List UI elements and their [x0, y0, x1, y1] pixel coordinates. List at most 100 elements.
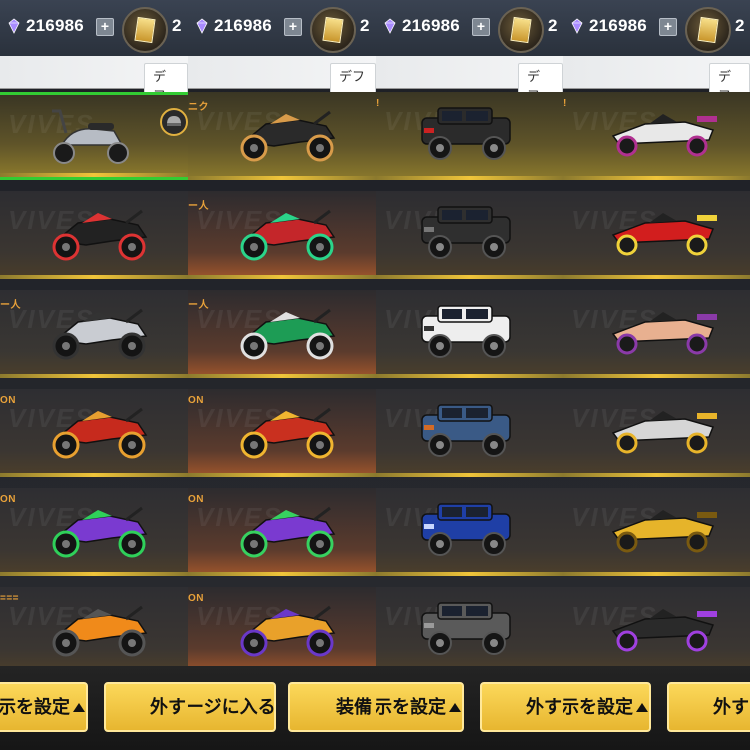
add-gems-button[interactable]: + — [284, 18, 302, 36]
slot-divider — [563, 572, 750, 576]
slot-divider — [376, 374, 563, 378]
red-f1-vehicle-icon — [605, 201, 721, 266]
left-action-button[interactable]: 示を設定 — [0, 682, 88, 732]
slot-divider — [376, 176, 563, 180]
gold-ticket-icon — [685, 7, 731, 53]
diamond-gem-icon — [8, 18, 20, 34]
vehicle-slot[interactable]: VIVES ON — [0, 488, 188, 576]
vehicle-slot[interactable]: VIVES ー人 — [188, 290, 376, 378]
vehicle-slot[interactable]: VIVES — [563, 488, 750, 576]
slot-divider — [0, 374, 188, 378]
rarity-tag: ON — [188, 395, 204, 406]
action-bar: ージに入る 装備 — [188, 666, 376, 750]
filter-tab-bar: デフォ — [376, 56, 563, 127]
slot-divider — [0, 173, 188, 177]
gold-ticket-icon — [122, 7, 168, 53]
add-gems-button[interactable]: + — [472, 18, 490, 36]
vehicle-slot[interactable]: VIVES ー人 — [0, 290, 188, 378]
rarity-tag: ! — [376, 98, 380, 109]
vehicle-slot[interactable]: VIVES — [563, 389, 750, 477]
vehicle-slot[interactable]: VIVES ! — [563, 92, 750, 180]
vehicle-slot[interactable]: VIVES ー人 — [188, 191, 376, 279]
vehicle-slot[interactable]: VIVES — [563, 587, 750, 675]
vehicle-slot[interactable]: VIVES — [376, 488, 563, 576]
left-action-button[interactable]: 示を設定 — [376, 682, 464, 732]
vehicle-slot[interactable]: VIVES — [563, 290, 750, 378]
red-bike-vehicle-icon — [42, 399, 154, 468]
red-cyber-bike-vehicle-icon — [230, 399, 342, 468]
right-action-label: 外す — [526, 697, 562, 717]
vehicle-slot[interactable]: VIVES — [376, 290, 563, 378]
slot-divider — [376, 473, 563, 477]
action-bar: 示を設定 外す — [563, 666, 750, 750]
helmet-badge-icon[interactable] — [160, 108, 188, 136]
gem-balance: 216986 — [214, 16, 272, 35]
slot-divider — [563, 275, 750, 279]
vehicle-slot[interactable]: VIVES ! — [376, 92, 563, 180]
teddy-chopper-vehicle-icon — [230, 102, 342, 171]
mini-4wd-gold-vehicle-icon — [605, 498, 721, 563]
garage-panel-3: 216986 + 2 デフォ VIVES ! VIVES — [376, 0, 564, 750]
caret-up-icon — [636, 703, 648, 712]
right-action-label: 外す — [150, 697, 186, 717]
gold-cyber-bike-vehicle-icon — [230, 597, 342, 666]
right-action-button[interactable]: 外す — [667, 682, 750, 732]
gold-ticket-icon — [310, 7, 356, 53]
slot-divider — [188, 572, 376, 576]
gold-ticket-icon — [498, 7, 544, 53]
gem-balance: 216986 — [26, 16, 84, 35]
add-gems-button[interactable]: + — [659, 18, 677, 36]
right-action-button[interactable]: 外す — [480, 682, 563, 732]
left-action-button[interactable]: 示を設定 — [563, 682, 651, 732]
vehicle-slot[interactable]: VIVES — [376, 389, 563, 477]
left-action-label: ージに入る — [188, 697, 276, 717]
scooter-vehicle-icon — [42, 105, 138, 174]
vehicle-slot[interactable]: VIVES === — [0, 587, 188, 675]
slot-divider — [188, 473, 376, 477]
right-action-button[interactable]: 外す — [104, 682, 188, 732]
vehicle-slot[interactable]: VIVES ON — [188, 488, 376, 576]
rarity-tag: ON — [0, 395, 16, 406]
bat-bike-vehicle-icon — [42, 201, 154, 270]
slot-divider — [376, 275, 563, 279]
vehicle-slot[interactable]: VIVES ON — [188, 587, 376, 675]
left-action-label: 示を設定 — [376, 697, 446, 717]
left-action-label: 示を設定 — [563, 697, 633, 717]
second-currency-balance: 2 — [360, 16, 370, 35]
right-action-button[interactable]: 装備 — [288, 682, 376, 732]
vehicle-slot[interactable]: VIVES — [0, 92, 188, 180]
purple-bike-vehicle-icon — [42, 498, 154, 567]
left-action-button[interactable]: ージに入る — [188, 682, 276, 732]
vehicle-slot[interactable]: VIVES ON — [188, 389, 376, 477]
armored-truck-vehicle-icon — [412, 201, 522, 270]
vehicle-slot[interactable]: VIVES — [0, 191, 188, 279]
slot-divider — [376, 572, 563, 576]
white-racer-vehicle-icon — [605, 102, 721, 167]
blue-suv-vehicle-icon — [412, 498, 522, 567]
vehicle-slot[interactable]: VIVES ニク — [188, 92, 376, 180]
add-gems-button[interactable]: + — [96, 18, 114, 36]
slot-divider — [0, 275, 188, 279]
vehicle-slot[interactable]: VIVES — [376, 587, 563, 675]
vehicle-slot[interactable]: VIVES — [376, 191, 563, 279]
currency-bar: 216986 + 2 — [563, 0, 750, 56]
rarity-tag: ON — [188, 494, 204, 505]
rarity-tag: ! — [563, 98, 567, 109]
garage-panel-2: 216986 + 2 デフォ VIVES ニク VIVES ー人 — [188, 0, 377, 750]
garage-panel-4: 216986 + 2 デフォ VIVES ! VIVES — [563, 0, 750, 750]
vehicle-slot[interactable]: VIVES ON — [0, 389, 188, 477]
mini-4wd-silver-vehicle-icon — [605, 399, 721, 464]
rarity-tag: ー人 — [188, 201, 209, 212]
diamond-gem-icon — [571, 18, 583, 34]
rarity-tag: ニク — [188, 102, 209, 113]
white-jeep-vehicle-icon — [412, 300, 522, 369]
gem-balance: 216986 — [589, 16, 647, 35]
green-sport-bike-vehicle-icon — [230, 300, 342, 369]
slot-divider — [0, 572, 188, 576]
vehicle-slot[interactable]: VIVES — [563, 191, 750, 279]
caret-up-icon — [449, 703, 461, 712]
gem-balance: 216986 — [402, 16, 460, 35]
action-bar: 示を設定 外す — [0, 666, 188, 750]
diamond-gem-icon — [196, 18, 208, 34]
rarity-tag: ー人 — [0, 300, 21, 311]
